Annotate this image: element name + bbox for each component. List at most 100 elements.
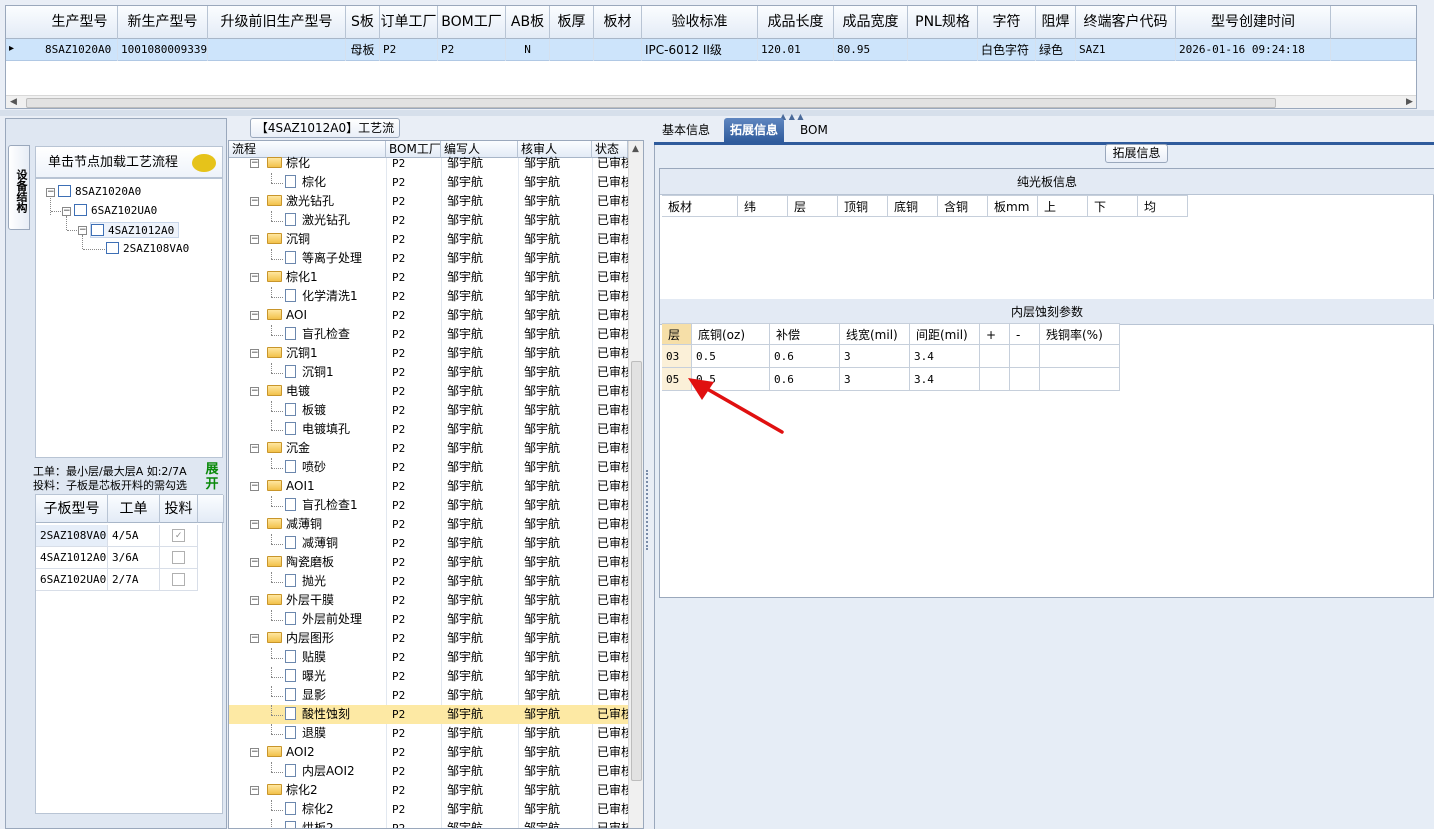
inner-etch-cell[interactable]: [1010, 368, 1040, 391]
bare-board-col-header[interactable]: 顶铜: [838, 195, 888, 217]
tree-node-level2-selected[interactable]: 4SAZ1012A0: [90, 222, 180, 238]
col-header[interactable]: 板厚: [550, 6, 594, 39]
order-cell[interactable]: 4/5A: [108, 525, 160, 547]
collapse-icon[interactable]: −: [62, 207, 71, 216]
process-group-row[interactable]: 外层干膜 − P2 邹宇航 邹宇航 已审核: [229, 591, 629, 610]
vertical-splitter[interactable]: [646, 470, 652, 550]
product-grid-cell[interactable]: 白色字符: [978, 39, 1036, 61]
sub-model-cell[interactable]: 4SAZ1012A0: [36, 547, 108, 569]
col-header[interactable]: 成品宽度: [834, 6, 908, 39]
process-step-row[interactable]: 减薄铜 P2 邹宇航 邹宇航 已审核: [229, 534, 629, 553]
collapse-icon[interactable]: −: [250, 520, 259, 529]
product-grid-cell[interactable]: [208, 39, 346, 61]
inner-etch-cell[interactable]: 0.5: [692, 345, 770, 368]
process-step-row[interactable]: 板镀 P2 邹宇航 邹宇航 已审核: [229, 401, 629, 420]
collapse-icon[interactable]: −: [250, 235, 259, 244]
process-step-row[interactable]: 酸性蚀刻 P2 邹宇航 邹宇航 已审核: [229, 705, 629, 724]
col-header[interactable]: 阻焊: [1036, 6, 1076, 39]
inner-etch-cell[interactable]: [1010, 345, 1040, 368]
col-header[interactable]: 新生产型号: [118, 6, 208, 39]
collapse-icon[interactable]: −: [250, 387, 259, 396]
col-header[interactable]: 终端客户代码: [1076, 6, 1176, 39]
bare-board-col-header[interactable]: 底铜: [888, 195, 938, 217]
feed-checkbox[interactable]: [172, 551, 185, 564]
collapse-icon[interactable]: −: [78, 226, 87, 235]
tree-node-root[interactable]: 8SAZ1020A0: [58, 184, 141, 200]
process-step-row[interactable]: 盲孔检查1 P2 邹宇航 邹宇航 已审核: [229, 496, 629, 515]
expand-button[interactable]: 展开: [203, 462, 221, 494]
inner-etch-cell[interactable]: 3.4: [910, 368, 980, 391]
bare-board-col-header[interactable]: 纬: [738, 195, 788, 217]
tab-basic-info[interactable]: 基本信息: [656, 118, 716, 142]
col-header[interactable]: AB板: [506, 6, 550, 39]
collapse-icon[interactable]: −: [250, 558, 259, 567]
col-header[interactable]: 生产型号: [42, 6, 118, 39]
process-group-row[interactable]: 棕化1 − P2 邹宇航 邹宇航 已审核: [229, 268, 629, 287]
collapse-icon[interactable]: −: [46, 188, 55, 197]
product-grid-cell[interactable]: 80.95: [834, 39, 908, 61]
tab-bom[interactable]: BOM: [794, 118, 834, 142]
process-step-row[interactable]: 棕化 P2 邹宇航 邹宇航 已审核: [229, 173, 629, 192]
process-group-row[interactable]: AOI − P2 邹宇航 邹宇航 已审核: [229, 306, 629, 325]
product-grid-cell[interactable]: 10010800093397: [118, 39, 208, 61]
vertical-scrollbar[interactable]: ▲: [628, 141, 643, 828]
col-header[interactable]: 验收标准: [642, 6, 758, 39]
process-group-row[interactable]: AOI1 − P2 邹宇航 邹宇航 已审核: [229, 477, 629, 496]
col-header[interactable]: 成品长度: [758, 6, 834, 39]
col-header[interactable]: 板材: [594, 6, 642, 39]
product-grid-cell[interactable]: SAZ1: [1076, 39, 1176, 61]
col-header-order[interactable]: 工单: [108, 495, 160, 523]
product-grid-cell[interactable]: [550, 39, 594, 61]
product-grid-cell[interactable]: 2026-01-16 09:24:18: [1176, 39, 1331, 61]
product-grid-cell[interactable]: 母板: [346, 39, 380, 61]
collapse-icon[interactable]: −: [250, 197, 259, 206]
col-header[interactable]: 字符: [978, 6, 1036, 39]
inner-etch-col-header[interactable]: 间距(mil): [910, 323, 980, 345]
process-group-row[interactable]: 激光钻孔 − P2 邹宇航 邹宇航 已审核: [229, 192, 629, 211]
col-header[interactable]: 型号创建时间: [1176, 6, 1331, 39]
sub-model-cell[interactable]: 6SAZ102UA0: [36, 569, 108, 591]
col-header[interactable]: BOM工厂: [438, 6, 506, 39]
collapse-icon[interactable]: −: [250, 748, 259, 757]
bare-board-col-header[interactable]: 含铜: [938, 195, 988, 217]
process-step-row[interactable]: 内层AOI2 P2 邹宇航 邹宇航 已审核: [229, 762, 629, 781]
bare-board-col-header[interactable]: 下: [1088, 195, 1138, 217]
inner-etch-cell[interactable]: 3.4: [910, 345, 980, 368]
process-step-row[interactable]: 抛光 P2 邹宇航 邹宇航 已审核: [229, 572, 629, 591]
collapse-icon[interactable]: −: [250, 311, 259, 320]
inner-etch-cell[interactable]: 3: [840, 368, 910, 391]
collapse-icon[interactable]: −: [250, 596, 259, 605]
process-group-row[interactable]: 沉铜 − P2 邹宇航 邹宇航 已审核: [229, 230, 629, 249]
product-grid-cell[interactable]: [908, 39, 978, 61]
process-step-row[interactable]: 激光钻孔 P2 邹宇航 邹宇航 已审核: [229, 211, 629, 230]
inner-etch-cell[interactable]: [1040, 368, 1120, 391]
tab-device-structure[interactable]: 设备结构: [8, 145, 30, 230]
process-group-row[interactable]: 减薄铜 − P2 邹宇航 邹宇航 已审核: [229, 515, 629, 534]
process-group-row[interactable]: 陶瓷磨板 − P2 邹宇航 邹宇航 已审核: [229, 553, 629, 572]
bare-board-col-header[interactable]: 上: [1038, 195, 1088, 217]
col-header[interactable]: S板: [346, 6, 380, 39]
col-header[interactable]: 订单工厂: [380, 6, 438, 39]
inner-etch-cell[interactable]: [1040, 345, 1120, 368]
inner-etch-col-header[interactable]: 层: [662, 323, 692, 345]
process-group-row[interactable]: 沉金 − P2 邹宇航 邹宇航 已审核: [229, 439, 629, 458]
inner-etch-col-header[interactable]: +: [980, 323, 1010, 345]
process-group-row[interactable]: 棕化2 − P2 邹宇航 邹宇航 已审核: [229, 781, 629, 800]
product-grid-row[interactable]: ▸ 8SAZ1020A0 10010800093397 母板 P2 P2 N IPC-601…: [6, 39, 1416, 61]
product-grid-cell[interactable]: 绿色: [1036, 39, 1076, 61]
product-grid-cell[interactable]: 8SAZ1020A0: [42, 39, 118, 61]
process-group-row[interactable]: 沉铜1 − P2 邹宇航 邹宇航 已审核: [229, 344, 629, 363]
process-group-row[interactable]: 棕化 − P2 邹宇航 邹宇航 已审核: [229, 154, 629, 173]
process-group-row[interactable]: 电镀 − P2 邹宇航 邹宇航 已审核: [229, 382, 629, 401]
order-cell[interactable]: 3/6A: [108, 547, 160, 569]
process-step-row[interactable]: 棕化2 P2 邹宇航 邹宇航 已审核: [229, 800, 629, 819]
inner-etch-col-header[interactable]: 补偿: [770, 323, 840, 345]
tab-extended-info[interactable]: 拓展信息: [724, 118, 785, 142]
col-header-feed[interactable]: 投料: [160, 495, 198, 523]
process-step-row[interactable]: 曝光 P2 邹宇航 邹宇航 已审核: [229, 667, 629, 686]
sub-model-cell[interactable]: 2SAZ108VA0: [36, 525, 108, 547]
collapse-icon[interactable]: −: [250, 482, 259, 491]
process-step-row[interactable]: 贴膜 P2 邹宇航 邹宇航 已审核: [229, 648, 629, 667]
process-group-row[interactable]: 内层图形 − P2 邹宇航 邹宇航 已审核: [229, 629, 629, 648]
tree-node-level1[interactable]: 6SAZ102UA0: [74, 203, 157, 219]
